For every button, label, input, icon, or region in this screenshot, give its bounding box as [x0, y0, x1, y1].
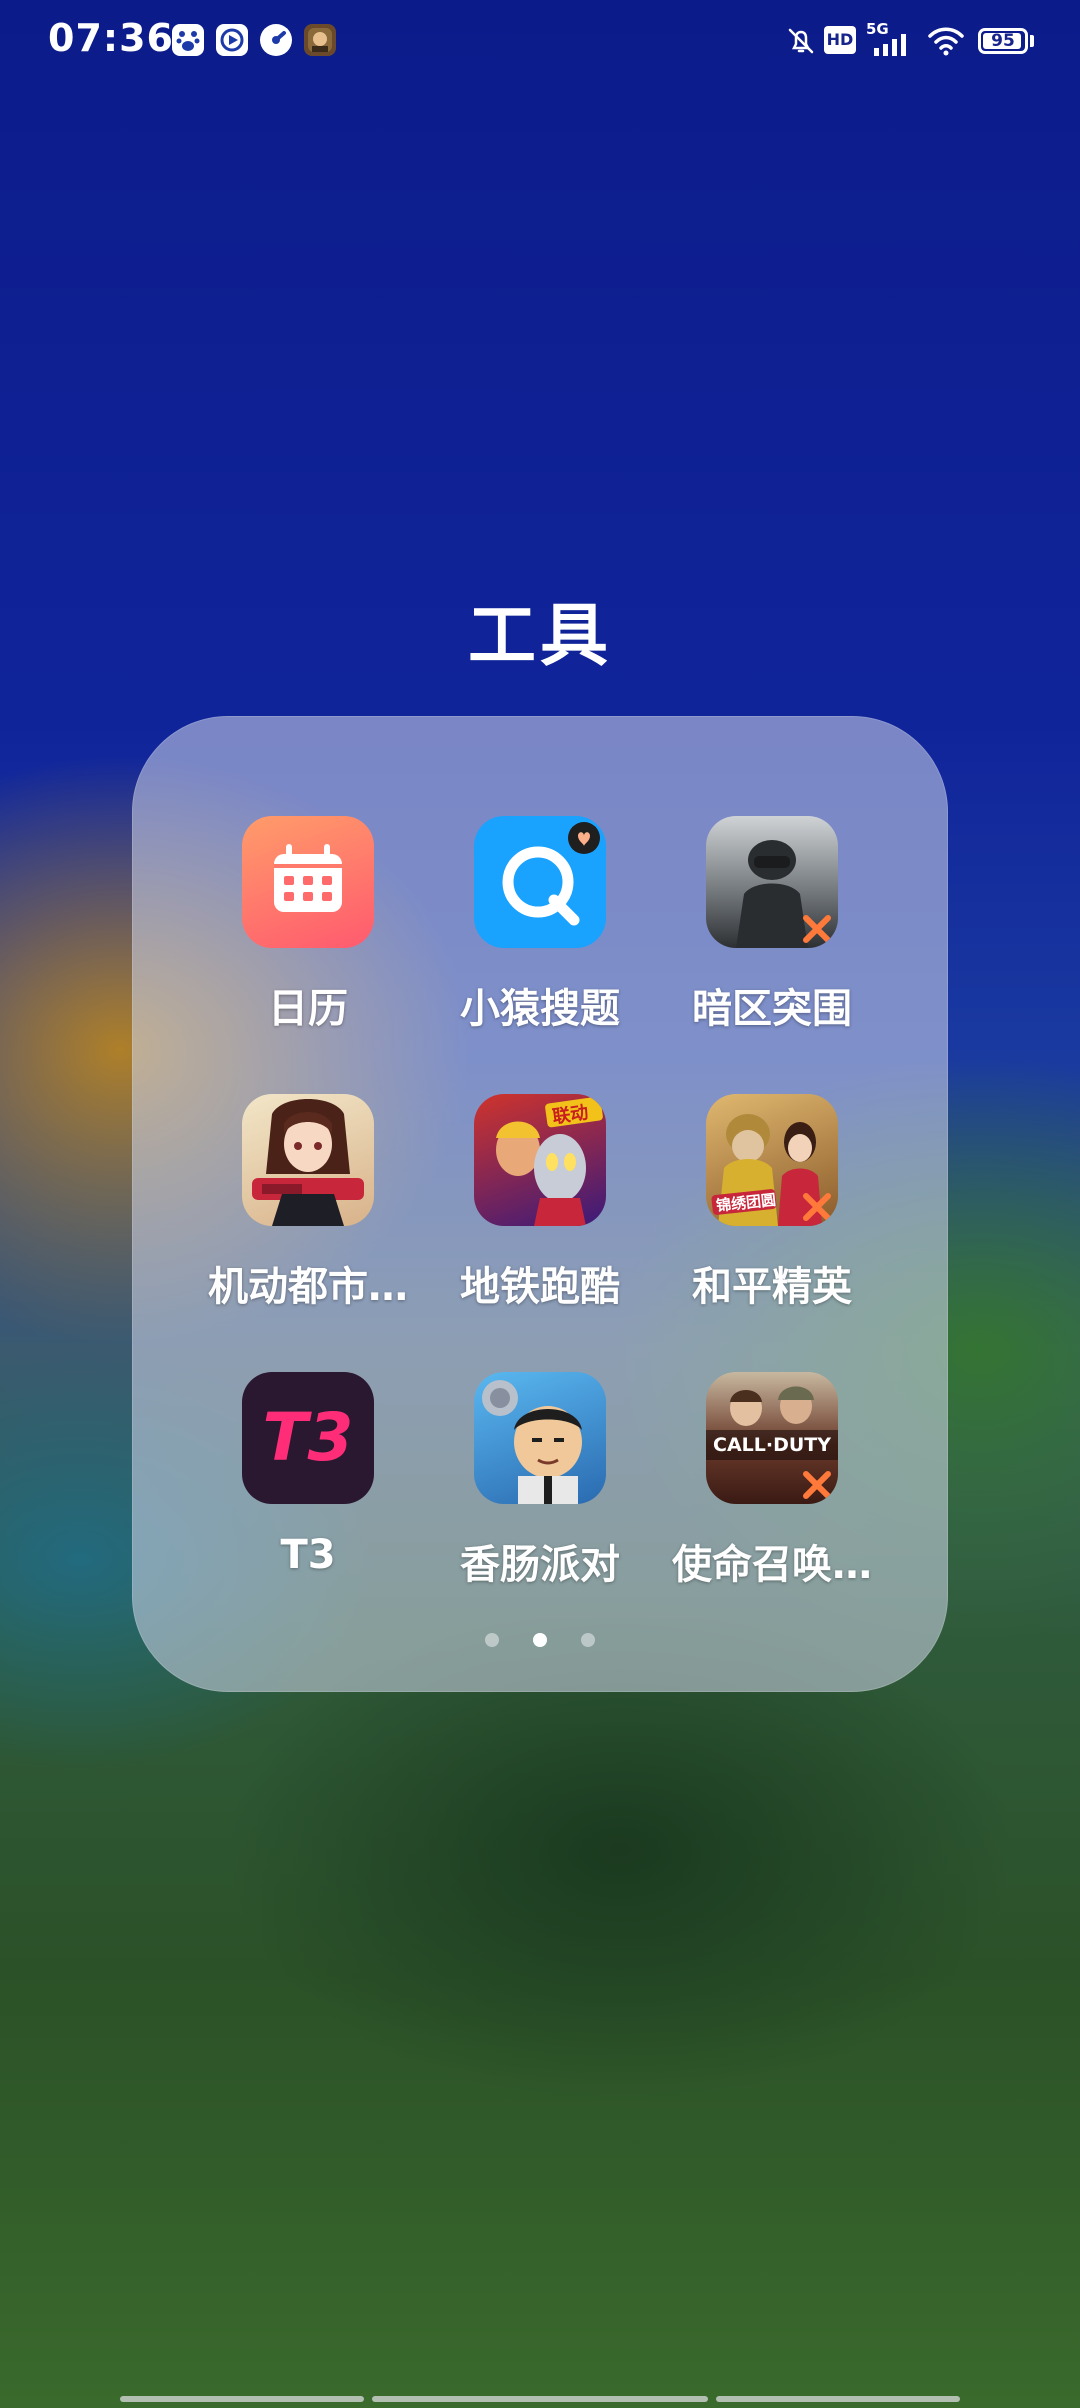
soldier-icon: [706, 816, 838, 948]
hd-voice-icon: HD: [824, 26, 856, 54]
folder-panel: 日历 小猿搜题 暗区突围 机动都市… 联动 地铁跑酷 锦绣团圆 和平精英 T3 …: [132, 716, 948, 1692]
folder-title[interactable]: 工具: [0, 580, 1080, 679]
app-label: 和平精英: [692, 1264, 852, 1310]
page-dot-2[interactable]: [533, 1633, 547, 1647]
app-t3[interactable]: T3 T3: [192, 1372, 424, 1612]
page-dot-1[interactable]: [485, 1633, 499, 1647]
page-dot-3[interactable]: [581, 1633, 595, 1647]
app-arena-breakout[interactable]: 暗区突围: [656, 816, 888, 1056]
mute-bell-icon: [788, 28, 814, 54]
baidu-icon: [172, 24, 204, 56]
peace-elite-icon: 锦绣团圆: [706, 1094, 838, 1226]
signal-5g-icon: 5G: [864, 20, 914, 58]
app-label: 小猿搜题: [460, 986, 620, 1032]
page-indicator[interactable]: [132, 1632, 948, 1648]
battery-level: 95: [991, 31, 1015, 51]
app-subway-surfers[interactable]: 联动 地铁跑酷: [424, 1094, 656, 1334]
t3-logo-text: T3: [263, 1399, 354, 1476]
app-mecharashi[interactable]: 机动都市…: [192, 1094, 424, 1334]
app-label: 地铁跑酷: [460, 1264, 620, 1310]
status-bar: 07:36 HD 5G 95: [0, 0, 1080, 80]
wifi-icon: [928, 27, 964, 56]
app-sausage-party[interactable]: 香肠派对: [424, 1372, 656, 1612]
call-of-duty-icon: CALL·DUTY: [706, 1372, 838, 1504]
app-label: 机动都市…: [208, 1264, 408, 1310]
video-player-icon: [216, 24, 248, 56]
app-xiaoyuan-soti[interactable]: 小猿搜题: [424, 816, 656, 1056]
t3-icon: T3: [242, 1372, 374, 1504]
search-q-icon: [474, 816, 606, 948]
app-peace-elite[interactable]: 锦绣团圆 和平精英: [656, 1094, 888, 1334]
app-call-of-duty[interactable]: CALL·DUTY 使命召唤…: [656, 1372, 888, 1612]
calendar-icon: [242, 816, 374, 948]
svg-text:联动: 联动: [551, 1102, 590, 1128]
subway-runner-icon: 联动: [474, 1094, 606, 1226]
status-time: 07:36: [48, 16, 174, 60]
app-label: 暗区突围: [692, 986, 852, 1032]
app-label: 使命召唤…: [672, 1542, 872, 1588]
app-label: 香肠派对: [460, 1542, 620, 1588]
speed-icon: [260, 24, 292, 56]
anime-girl-icon: [242, 1094, 374, 1226]
battery-icon: 95: [978, 28, 1028, 54]
gesture-bar[interactable]: [120, 2396, 960, 2402]
app-label: T3: [280, 1532, 336, 1578]
app-label: 日历: [268, 986, 348, 1032]
app-calendar[interactable]: 日历: [192, 816, 424, 1056]
cod-logo-text: CALL·DUTY: [713, 1434, 831, 1456]
sausage-party-icon: [474, 1372, 606, 1504]
game-avatar-icon: [304, 24, 336, 56]
battery-tip: [1030, 35, 1034, 47]
